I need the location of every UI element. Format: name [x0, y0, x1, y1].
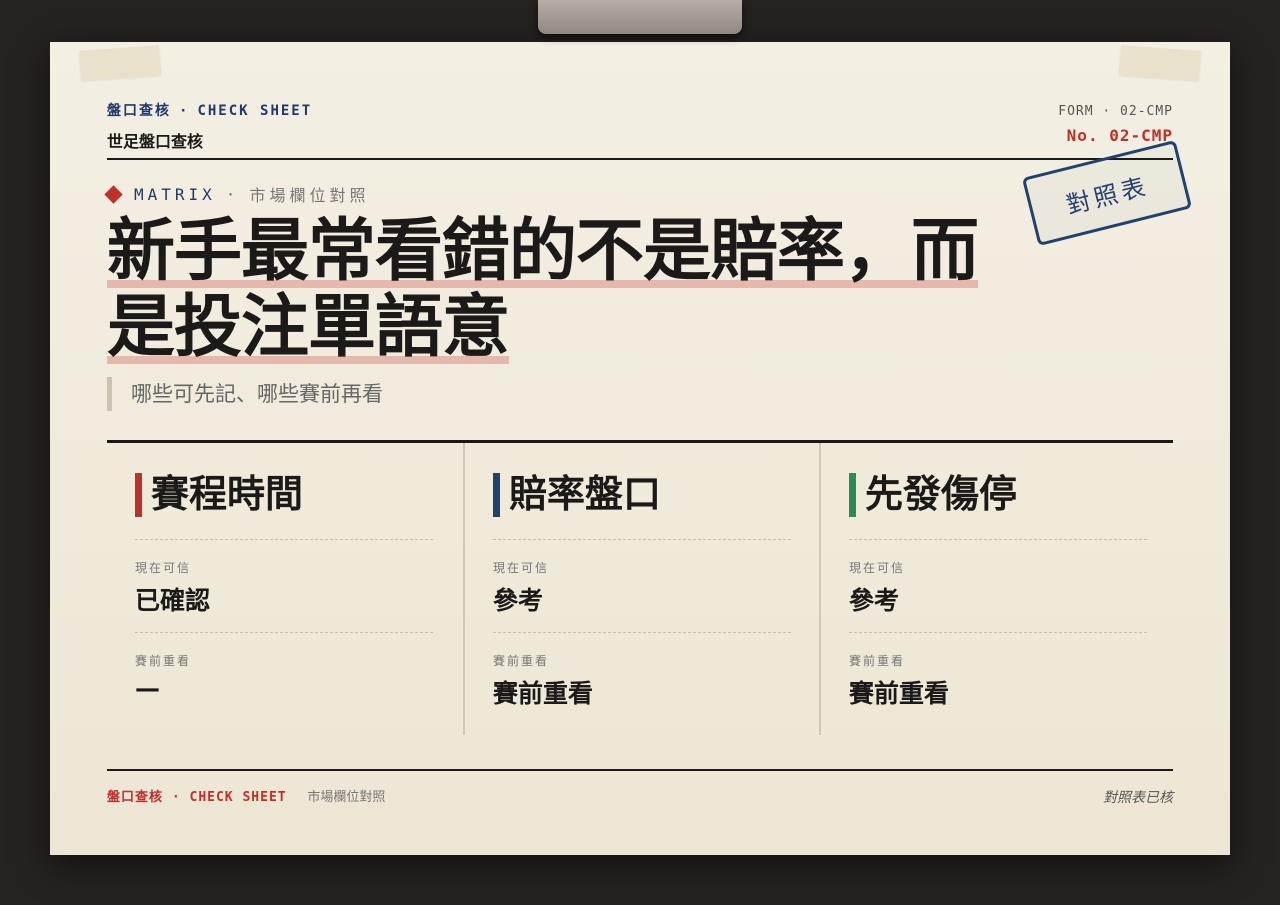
column-title: 賽程時間	[135, 469, 303, 519]
tape-right	[1119, 45, 1201, 81]
recheck-value: —	[135, 674, 160, 703]
footer-note: 市場欄位對照	[307, 790, 386, 805]
column-schedule: 賽程時間 現在可信 已確認 賽前重看 —	[107, 443, 463, 735]
column-title: 先發傷停	[849, 469, 1017, 519]
column-title-text: 賠率盤口	[509, 472, 662, 516]
recheck-value: 賽前重看	[849, 679, 950, 708]
row-divider	[493, 632, 791, 633]
diamond-icon	[104, 184, 123, 204]
section-tag-en: MATRIX	[134, 184, 216, 204]
row-divider	[849, 632, 1147, 633]
footer-kicker: 盤口查核 · CHECK SHEET 市場欄位對照	[107, 786, 385, 805]
now-trusted-value: 已確認	[135, 586, 211, 615]
recheck-value: 賽前重看	[493, 679, 594, 708]
form-number: No. 02-CMP	[1066, 126, 1173, 145]
now-trusted-label: 現在可信	[849, 561, 906, 575]
footer-kicker-zh: 盤口查核	[107, 790, 164, 805]
header-kicker-separator: ·	[179, 103, 190, 119]
now-trusted-value: 參考	[849, 586, 900, 615]
recheck-label: 賽前重看	[135, 654, 192, 668]
accent-bar	[135, 473, 142, 517]
header-subtitle: 世足盤口查核	[107, 132, 204, 151]
recheck-label: 賽前重看	[493, 654, 550, 668]
header-kicker-zh: 盤口查核	[107, 103, 171, 119]
now-trusted-value: 參考	[493, 586, 544, 615]
subtitle-quote: 哪些可先記、哪些賽前再看	[107, 377, 383, 411]
header-divider	[107, 158, 1173, 160]
footer-divider	[107, 769, 1173, 771]
footer-kicker-en: CHECK SHEET	[189, 790, 287, 805]
headline-line-1: 新手最常看錯的不是賠率，而	[107, 212, 979, 291]
stamp-badge: 對照表	[1021, 139, 1193, 247]
footer-kicker-separator: ·	[171, 790, 181, 805]
row-divider	[135, 632, 433, 633]
form-code: FORM · 02-CMP	[1058, 104, 1173, 119]
page-title: 新手最常看錯的不是賠率，而 是投注單語意	[107, 212, 1037, 367]
stamp-label: 對照表	[1063, 171, 1152, 220]
recheck-label: 賽前重看	[849, 654, 906, 668]
section-tag-zh: 市場欄位對照	[249, 186, 370, 205]
section-tag: MATRIX · 市場欄位對照	[104, 182, 370, 206]
row-divider	[849, 539, 1147, 540]
header-kicker: 盤口查核 · CHECK SHEET	[107, 100, 312, 120]
header-kicker-en: CHECK SHEET	[197, 103, 313, 119]
headline-line-2: 是投注單語意	[107, 288, 510, 367]
row-divider	[493, 539, 791, 540]
now-trusted-label: 現在可信	[493, 561, 550, 575]
column-lineup-injury: 先發傷停 現在可信 參考 賽前重看 賽前重看	[819, 443, 1177, 735]
accent-bar	[849, 473, 856, 517]
row-divider	[135, 539, 433, 540]
check-sheet-paper: 盤口查核 · CHECK SHEET 世足盤口查核 FORM · 02-CMP No…	[50, 42, 1230, 855]
column-odds: 賠率盤口 現在可信 參考 賽前重看 賽前重看	[463, 443, 821, 735]
section-tag-separator: ·	[225, 184, 240, 204]
column-title: 賠率盤口	[493, 469, 661, 519]
tape-left	[79, 45, 161, 81]
column-title-text: 先發傷停	[865, 472, 1018, 516]
clipboard-clip	[538, 0, 742, 34]
column-title-text: 賽程時間	[151, 472, 304, 516]
footer-verified: 對照表已核	[1103, 790, 1173, 806]
now-trusted-label: 現在可信	[135, 561, 192, 575]
accent-bar	[493, 473, 500, 517]
